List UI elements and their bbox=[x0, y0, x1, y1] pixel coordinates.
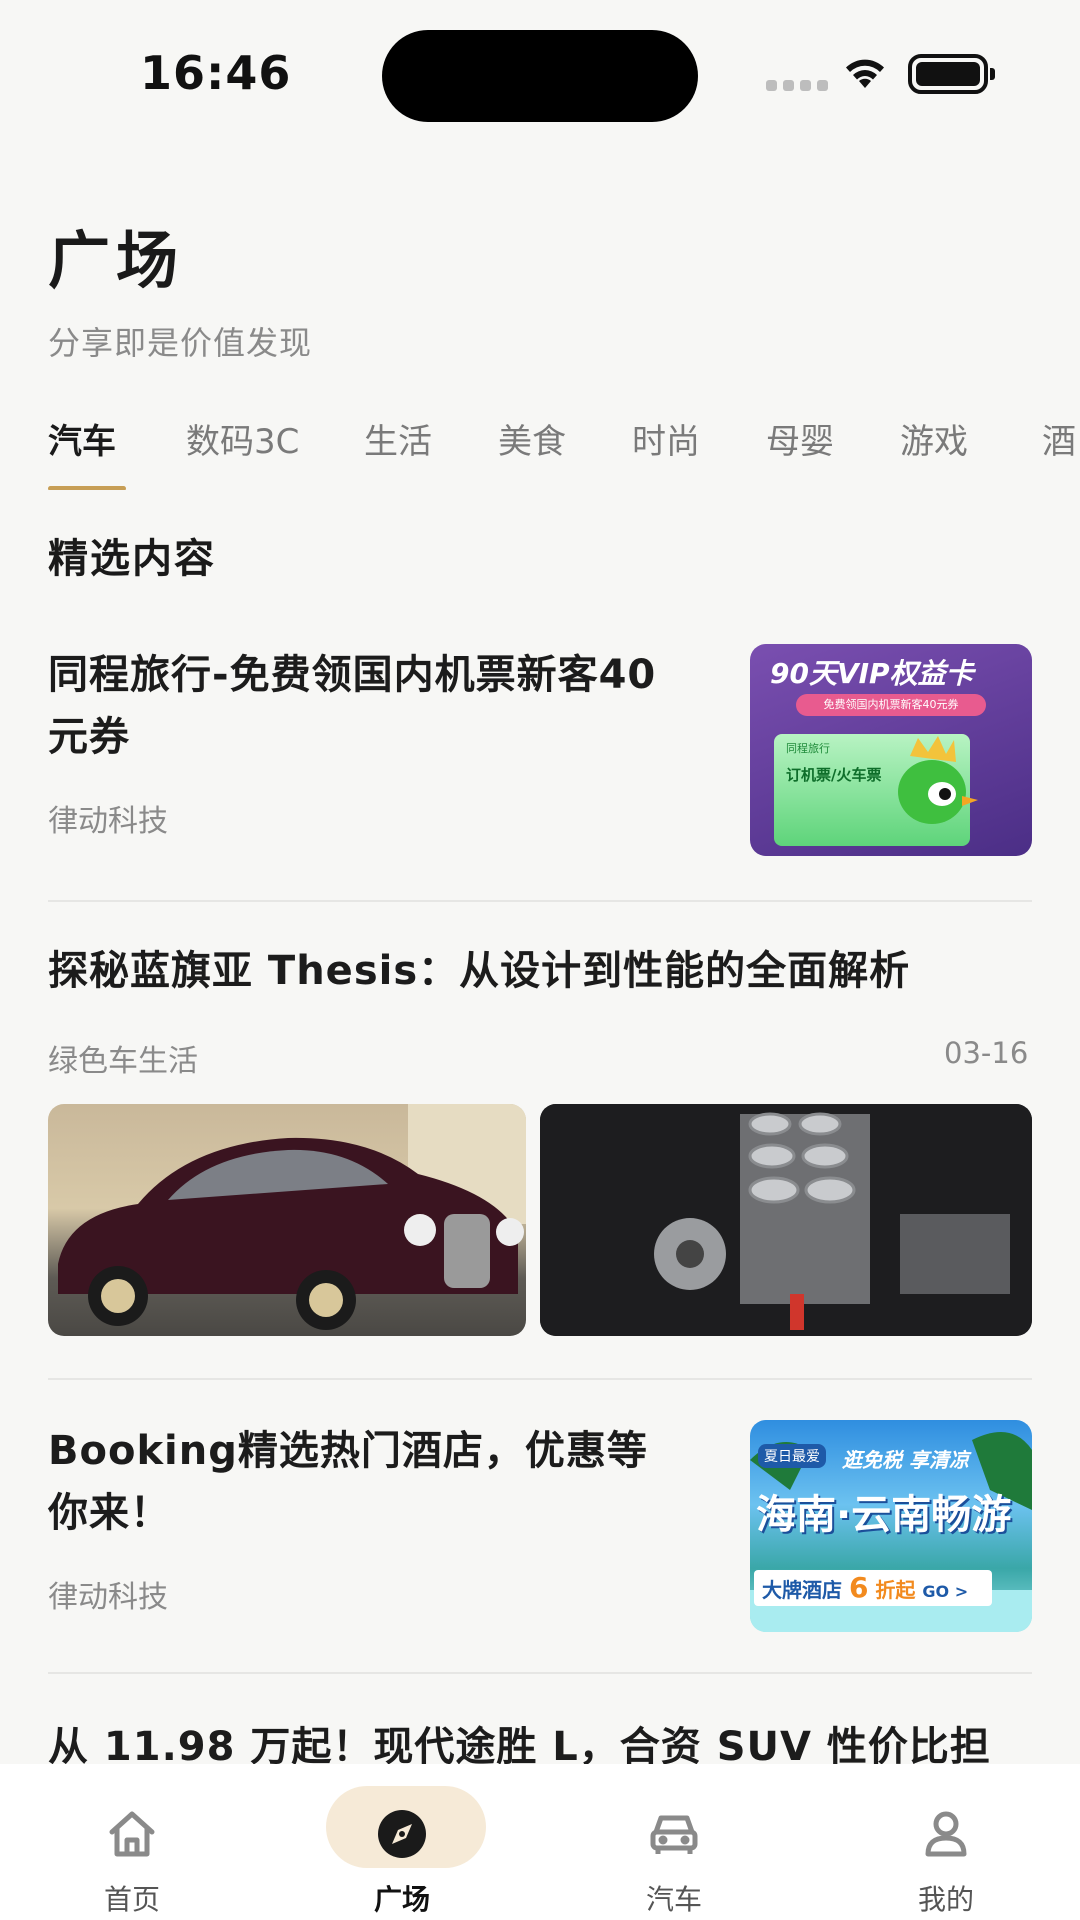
thumb-brand: 同程旅行 bbox=[786, 742, 830, 755]
card-thumbnail: 夏日最爱 逛免税 享清凉 海南·云南畅游 大牌酒店 6 折起 GO > bbox=[750, 1420, 1032, 1632]
nav-label: 汽车 bbox=[645, 1883, 702, 1916]
tab-life[interactable]: 生活 bbox=[364, 414, 432, 463]
nav-home[interactable]: 首页 bbox=[32, 1764, 232, 1920]
tab-game[interactable]: 游戏 bbox=[900, 414, 968, 463]
card-source: 律动科技 bbox=[48, 1580, 168, 1615]
divider bbox=[48, 900, 1032, 902]
card-title: Booking精选热门酒店，优惠等 你来！ bbox=[48, 1428, 648, 1536]
engine-photo bbox=[540, 1104, 1032, 1336]
nav-label: 我的 bbox=[917, 1883, 974, 1916]
card-title: 同程旅行-免费领国内机票新客40 元券 bbox=[48, 652, 657, 760]
nav-label: 广场 bbox=[373, 1883, 430, 1916]
nav-label: 首页 bbox=[103, 1883, 160, 1916]
thumb-tag: 夏日最爱 bbox=[758, 1444, 826, 1468]
dynamic-island bbox=[382, 30, 698, 122]
thumb-banner: 免费领国内机票新客40元券 bbox=[796, 694, 986, 716]
status-time: 16:46 bbox=[140, 46, 292, 100]
section-title: 精选内容 bbox=[48, 536, 216, 582]
tab-mother-baby[interactable]: 母婴 bbox=[766, 414, 834, 463]
card-source: 律动科技 bbox=[48, 804, 168, 839]
home-icon bbox=[100, 1802, 164, 1866]
tab-food[interactable]: 美食 bbox=[498, 414, 566, 463]
user-icon bbox=[914, 1802, 978, 1866]
cellular-signal-icon bbox=[766, 80, 828, 91]
thumb-cta: 订机票/火车票 bbox=[786, 766, 882, 784]
card-source: 绿色车生活 bbox=[48, 1044, 198, 1079]
thumb-headline: 海南·云南畅游 bbox=[756, 1492, 1012, 1538]
tab-active-indicator bbox=[48, 486, 126, 490]
tab-digital-3c[interactable]: 数码3C bbox=[186, 414, 299, 463]
status-bar: 16:46 bbox=[0, 0, 1080, 150]
page-title: 广场 bbox=[48, 224, 185, 297]
nav-car[interactable]: 汽车 bbox=[574, 1764, 774, 1920]
thumb-slogan: 逛免税 享清凉 bbox=[842, 1448, 969, 1472]
battery-icon bbox=[908, 54, 995, 94]
thumb-headline: 90天VIP权益卡 bbox=[770, 657, 974, 690]
compass-icon bbox=[370, 1802, 434, 1866]
card-title: 探秘蓝旗亚 Thesis：从设计到性能的全面解析 bbox=[48, 948, 911, 994]
card-thumbnail: 90天VIP权益卡 免费领国内机票新客40元券 同程旅行 订机票/火车票 bbox=[750, 644, 1032, 856]
nav-plaza[interactable]: 广场 bbox=[302, 1764, 502, 1920]
mascot-icon bbox=[898, 736, 978, 824]
card-date: 03-16 bbox=[944, 1036, 1029, 1070]
tab-fashion[interactable]: 时尚 bbox=[632, 414, 700, 463]
thumb-offer: 大牌酒店 6 折起 GO > bbox=[754, 1570, 992, 1606]
car-photo bbox=[48, 1104, 526, 1336]
category-tabs: 汽车 数码3C 生活 美食 时尚 母婴 游戏 酒 bbox=[48, 410, 1080, 490]
divider bbox=[48, 1378, 1032, 1380]
page-subtitle: 分享即是价值发现 bbox=[48, 324, 313, 362]
car-icon bbox=[642, 1802, 706, 1866]
tab-wine[interactable]: 酒 bbox=[1042, 414, 1076, 463]
wifi-icon bbox=[846, 59, 884, 88]
bottom-navigation: 首页 广场 汽车 我的 bbox=[0, 1764, 1080, 1920]
divider bbox=[48, 1672, 1032, 1674]
tab-car[interactable]: 汽车 bbox=[48, 414, 116, 463]
nav-mine[interactable]: 我的 bbox=[846, 1764, 1046, 1920]
